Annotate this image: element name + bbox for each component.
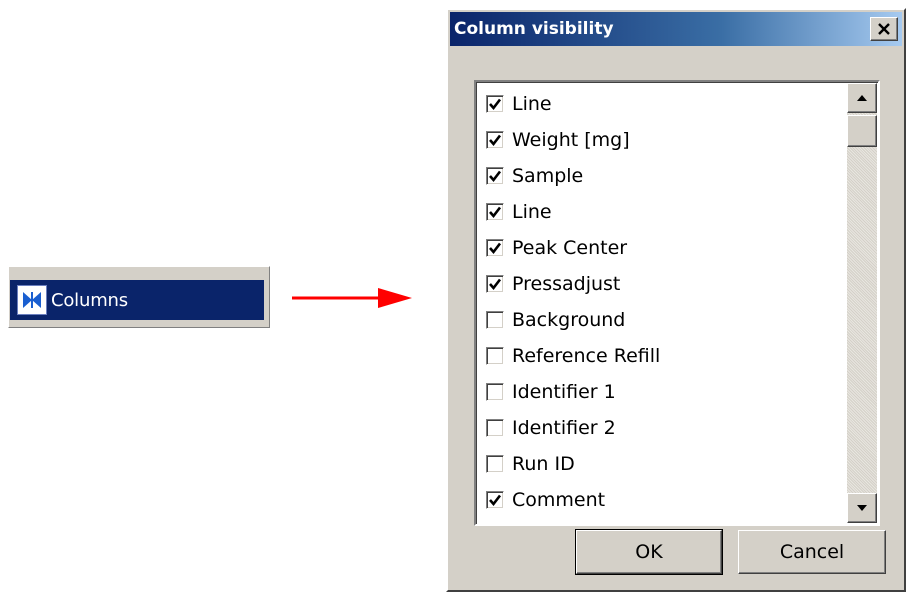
- column-checkbox[interactable]: [486, 167, 504, 185]
- column-checkbox[interactable]: [486, 95, 504, 113]
- arrow-right-icon: [292, 288, 412, 308]
- vertical-scrollbar[interactable]: [847, 83, 877, 523]
- checkmark-icon: [489, 170, 502, 183]
- scroll-thumb[interactable]: [847, 115, 877, 147]
- dialog-title: Column visibility: [454, 19, 614, 39]
- column-label: Line: [512, 93, 552, 115]
- column-label: Run ID: [512, 453, 575, 475]
- dialog-titlebar[interactable]: Column visibility: [450, 12, 902, 46]
- column-list-item[interactable]: Pressadjust: [486, 266, 660, 302]
- column-list-item[interactable]: Background: [486, 302, 660, 338]
- close-button[interactable]: [870, 17, 898, 41]
- ok-button[interactable]: OK: [575, 529, 723, 575]
- column-checkbox[interactable]: [486, 131, 504, 149]
- columns-menu-label: Columns: [51, 289, 128, 311]
- checkmark-icon: [489, 98, 502, 111]
- column-label: Peak Center: [512, 237, 628, 259]
- column-list-item[interactable]: Comment: [486, 482, 660, 518]
- scroll-down-button[interactable]: [847, 493, 877, 523]
- column-listbox[interactable]: Line Weight [mg] Sample Line Peak Center: [474, 80, 880, 526]
- column-checkbox[interactable]: [486, 419, 504, 437]
- column-list-item[interactable]: Weight [mg]: [486, 122, 660, 158]
- column-list: Line Weight [mg] Sample Line Peak Center: [486, 86, 660, 518]
- column-checkbox[interactable]: [486, 491, 504, 509]
- column-checkbox[interactable]: [486, 275, 504, 293]
- column-list-item[interactable]: Line: [486, 86, 660, 122]
- column-checkbox[interactable]: [486, 311, 504, 329]
- column-label: Line: [512, 201, 552, 223]
- column-label: Reference Refill: [512, 345, 661, 367]
- column-list-item[interactable]: Peak Center: [486, 230, 660, 266]
- arrow-up-icon: [857, 95, 867, 101]
- close-icon: [878, 23, 890, 35]
- column-label: Weight [mg]: [512, 129, 630, 151]
- column-label: Background: [512, 309, 626, 331]
- cancel-button[interactable]: Cancel: [738, 530, 886, 574]
- column-label: Identifier 1: [512, 381, 616, 403]
- column-list-item[interactable]: Sample: [486, 158, 660, 194]
- column-checkbox[interactable]: [486, 239, 504, 257]
- checkmark-icon: [489, 242, 502, 255]
- column-checkbox[interactable]: [486, 383, 504, 401]
- column-visibility-dialog: Column visibility Line Weight [mg] Sampl…: [446, 8, 906, 592]
- column-checkbox[interactable]: [486, 347, 504, 365]
- column-list-item[interactable]: Identifier 1: [486, 374, 660, 410]
- scroll-up-button[interactable]: [847, 83, 877, 113]
- column-list-item[interactable]: Line: [486, 194, 660, 230]
- column-checkbox[interactable]: [486, 455, 504, 473]
- checkmark-icon: [489, 494, 502, 507]
- bowtie-icon: [17, 285, 47, 315]
- column-checkbox[interactable]: [486, 203, 504, 221]
- column-label: Comment: [512, 489, 606, 511]
- column-label: Identifier 2: [512, 417, 616, 439]
- column-list-item[interactable]: Reference Refill: [486, 338, 660, 374]
- column-list-item[interactable]: Identifier 2: [486, 410, 660, 446]
- arrow-down-icon: [857, 505, 867, 511]
- checkmark-icon: [489, 134, 502, 147]
- checkmark-icon: [489, 278, 502, 291]
- column-label: Pressadjust: [512, 273, 621, 295]
- checkmark-icon: [489, 206, 502, 219]
- column-list-item[interactable]: Run ID: [486, 446, 660, 482]
- columns-menu-item[interactable]: Columns: [10, 280, 264, 320]
- column-label: Sample: [512, 165, 584, 187]
